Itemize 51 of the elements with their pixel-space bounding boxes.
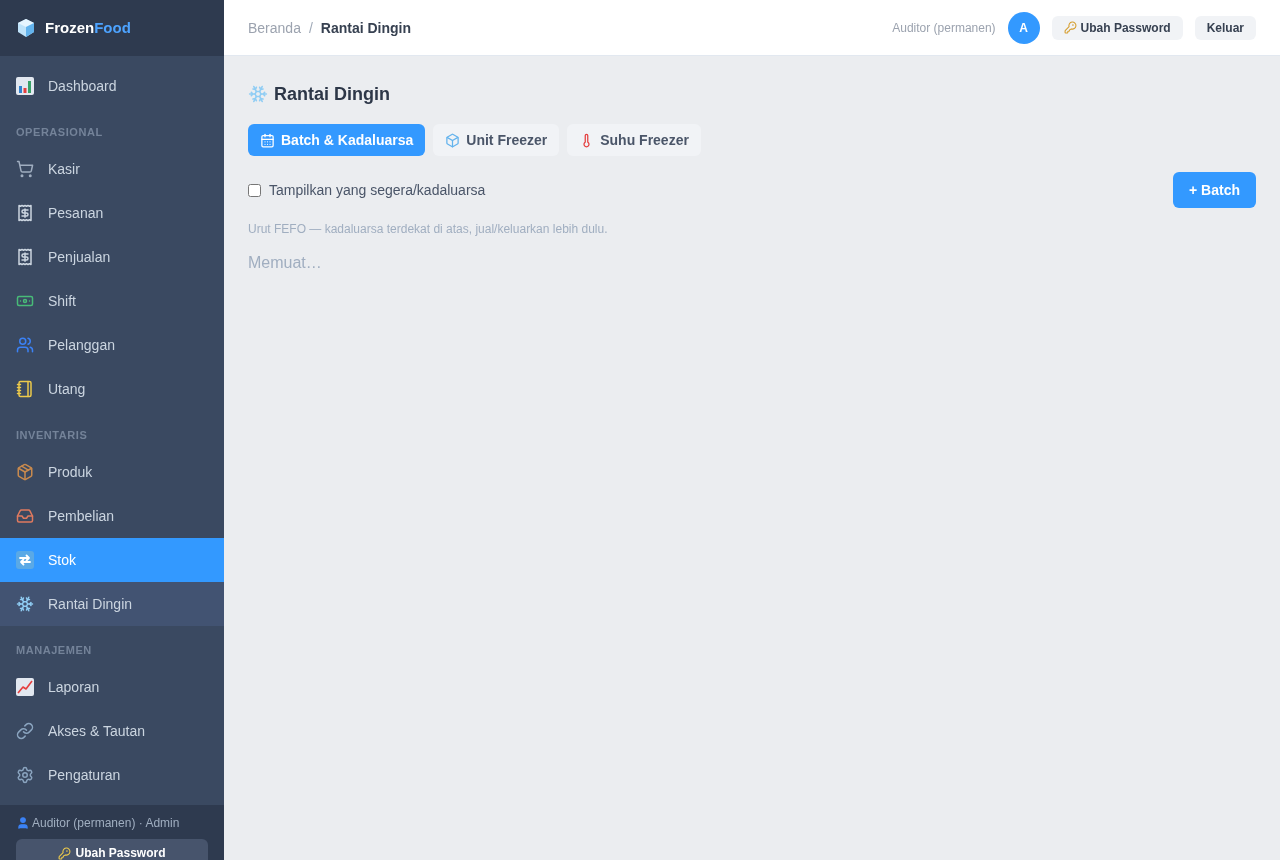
receipt-icon (16, 204, 34, 222)
snowflake-icon (248, 84, 268, 104)
sidebar-item[interactable]: Utang (0, 367, 224, 411)
filter-checkbox[interactable] (248, 183, 261, 197)
tab[interactable]: Suhu Freezer (567, 124, 701, 156)
key-icon (1063, 21, 1077, 34)
snowflake-icon (16, 595, 34, 613)
tab[interactable]: Unit Freezer (433, 124, 560, 156)
sidebar-item[interactable]: Shift (0, 279, 224, 323)
hint-text: Urut FEFO — kadaluarsa terdekat di atas, jual/keluarkan lebih dulu. (248, 221, 609, 237)
loading-text: Memuat… (248, 253, 323, 273)
line-chart-icon (16, 678, 34, 696)
user-line: Auditor (permanen) · Admin (32, 815, 180, 831)
filter-label: Tampilkan yang segera/kadaluarsa (269, 181, 486, 200)
link-icon (16, 722, 34, 740)
people-icon (16, 336, 34, 354)
sidebar-item[interactable]: Pengaturan (0, 753, 224, 797)
calendar-icon (260, 132, 275, 148)
key-icon (58, 846, 72, 860)
sidebar-item[interactable]: Pelanggan (0, 323, 224, 367)
section-heading: INVENTARIS (16, 429, 88, 441)
section-heading: MANAJEMEN (16, 644, 92, 656)
user-name: Auditor (permanen) (892, 19, 996, 36)
sidebar-item[interactable]: Kasir (0, 147, 224, 191)
cube-icon (445, 132, 461, 148)
breadcrumb-current: Rantai Dingin (320, 18, 412, 38)
sidebar-item[interactable]: Pembelian (0, 494, 224, 538)
change-password-button[interactable]: Ubah Password (16, 839, 208, 860)
gear-icon (16, 766, 34, 784)
brand-name: FrozenFood (45, 17, 131, 38)
cart-icon (16, 160, 34, 178)
logout-button[interactable]: Keluar (1194, 15, 1256, 40)
user-icon (16, 816, 30, 830)
breadcrumb-separator: / (308, 18, 313, 38)
ice-cube-icon (16, 18, 36, 38)
page-title: Rantai Dingin (274, 83, 390, 106)
sidebar-item[interactable]: Rantai Dingin (0, 582, 224, 626)
sidebar-item[interactable]: Akses & Tautan (0, 709, 224, 753)
arrows-icon (16, 551, 34, 569)
sidebar-item[interactable]: Pesanan (0, 191, 224, 235)
sidebar-item[interactable]: Laporan (0, 665, 224, 709)
bar-chart-icon (16, 77, 34, 95)
box-icon (16, 463, 34, 481)
section-heading: OPERASIONAL (16, 126, 103, 138)
sidebar-item[interactable]: Produk (0, 450, 224, 494)
change-password-button[interactable]: Ubah Password (1051, 15, 1183, 40)
receipt-icon (16, 248, 34, 266)
sidebar-item[interactable]: Dashboard (0, 64, 224, 108)
notebook-icon (16, 380, 34, 398)
tray-icon (16, 507, 34, 525)
sidebar-item[interactable]: Penjualan (0, 235, 224, 279)
